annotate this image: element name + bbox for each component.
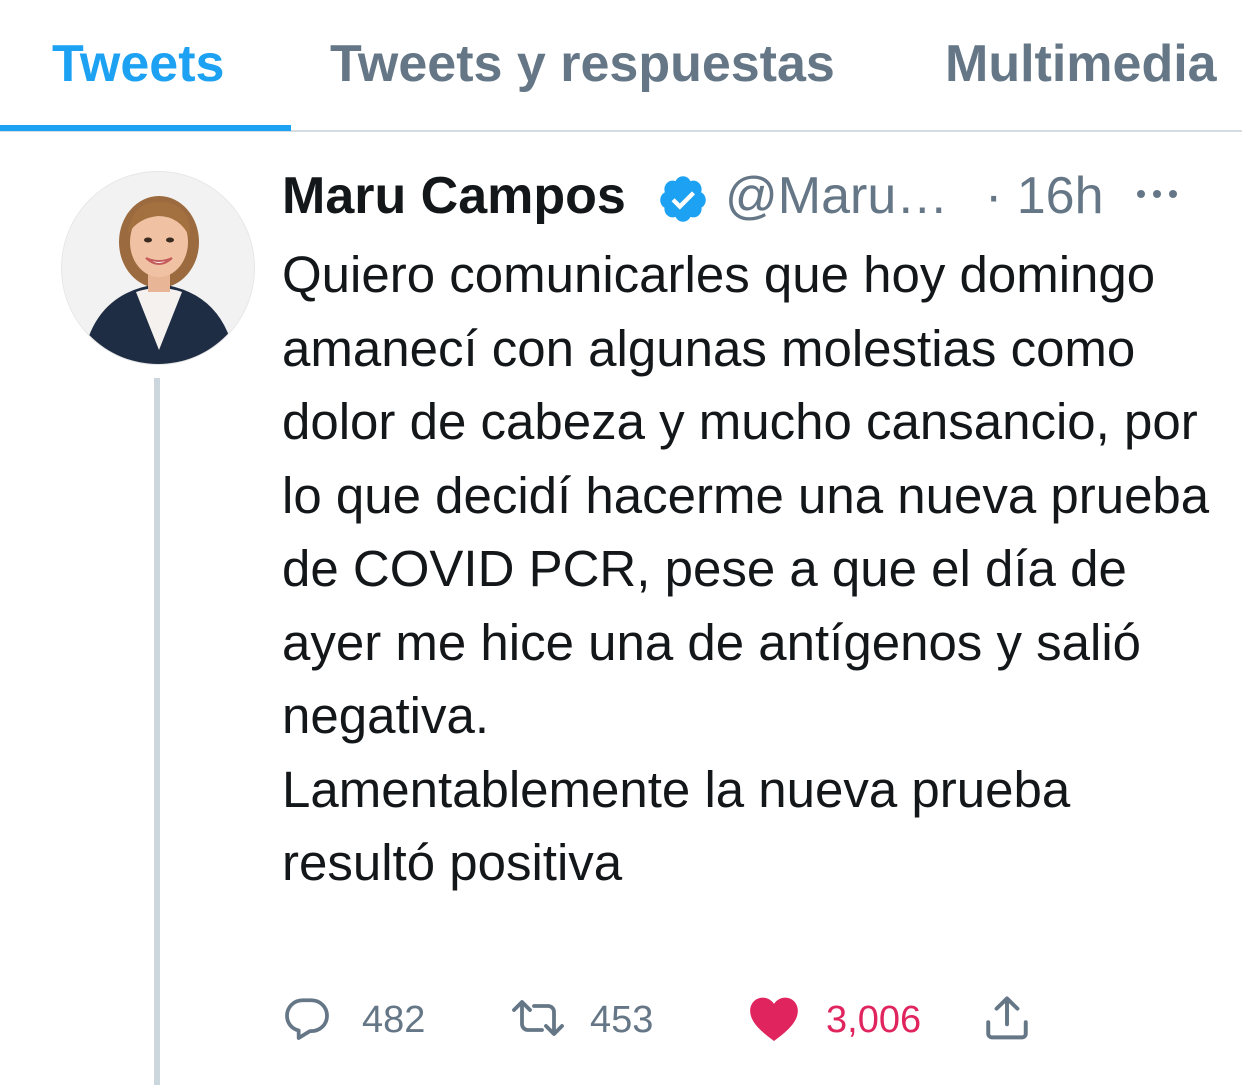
profile-tabs: Tweets Tweets y respuestas Multimedia <box>0 0 1242 132</box>
tab-tweets-y-respuestas[interactable]: Tweets y respuestas <box>330 34 835 94</box>
tweet-text: Quiero comunicarles que hoy domingo aman… <box>282 246 1210 891</box>
tweet-timestamp[interactable]: · 16h <box>985 166 1104 226</box>
more-icon[interactable] <box>1135 184 1179 204</box>
reply-count: 482 <box>362 998 426 1041</box>
author-handle[interactable]: @Maru… <box>725 166 948 226</box>
tweet-header: Maru Campos @Maru… · 16h <box>282 160 1222 230</box>
reply-icon <box>282 993 332 1048</box>
reply-button[interactable]: 482 <box>282 990 425 1050</box>
verified-badge-icon <box>657 173 709 225</box>
retweet-button[interactable]: 453 <box>510 990 653 1050</box>
thread-line <box>154 378 160 1085</box>
retweet-icon <box>510 993 566 1048</box>
like-count: 3,006 <box>826 998 922 1041</box>
share-button[interactable] <box>982 990 1032 1050</box>
tab-tweets[interactable]: Tweets <box>52 34 224 94</box>
heart-icon <box>748 993 800 1048</box>
tweet-actions: 482 453 3,006 <box>282 990 1222 1050</box>
share-icon <box>982 993 1032 1048</box>
active-tab-indicator <box>0 125 291 131</box>
tab-multimedia[interactable]: Multimedia <box>945 34 1217 94</box>
retweet-count: 453 <box>590 998 654 1041</box>
avatar-image <box>62 172 254 364</box>
author-name[interactable]: Maru Campos <box>282 166 626 226</box>
avatar[interactable] <box>62 172 254 364</box>
like-button[interactable]: 3,006 <box>748 990 921 1050</box>
